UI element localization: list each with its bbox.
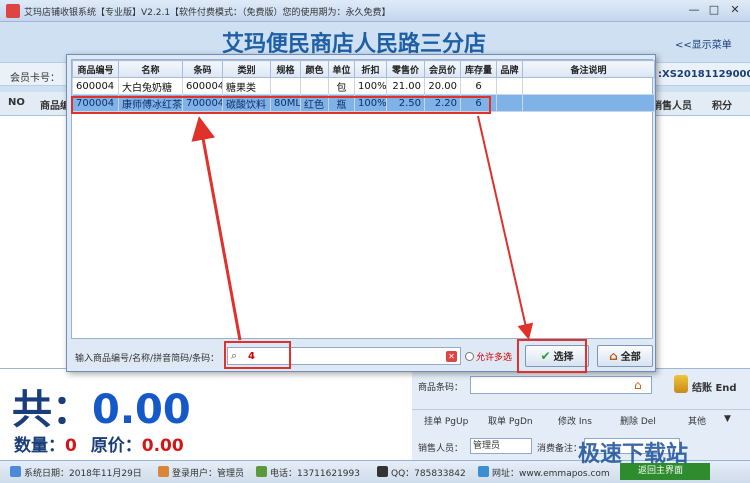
qq-icon [377, 466, 388, 477]
th-retail[interactable]: 零售价 [386, 60, 425, 78]
salesman-label: 销售人员： [418, 444, 464, 454]
window-title: 艾玛店铺收银系统【专业版】V2.2.1【软件付费模式：（免费版）您的使用期为：永… [24, 8, 391, 18]
th-name[interactable]: 名称 [118, 60, 183, 78]
cell-discount: 100% [354, 77, 387, 95]
cell-unit: 包 [328, 77, 355, 95]
show-menu-link[interactable]: <<显示菜单 [675, 36, 732, 51]
price-value: 0.00 [141, 436, 184, 456]
th-spec[interactable]: 规格 [270, 60, 301, 78]
system-date: 系统日期：2018年11月29日 [24, 469, 142, 479]
clear-icon[interactable]: ✕ [446, 351, 457, 362]
qty-label: 数量： [14, 436, 65, 456]
close-button[interactable]: ✕ [724, 2, 746, 18]
th-category[interactable]: 类别 [222, 60, 271, 78]
search-hint: 输入商品编号/名称/拼音简码/条码： [75, 354, 220, 364]
app-icon [6, 4, 20, 18]
cell-brand [496, 77, 523, 95]
cell-category: 糖果类 [222, 77, 271, 95]
th-member-price[interactable]: 会员价 [424, 60, 461, 78]
remark-label: 消费备注： [537, 444, 583, 454]
qty-value: 0 [65, 436, 77, 456]
col-points: 积分 [712, 101, 732, 112]
checkbox-icon [465, 352, 474, 361]
th-color[interactable]: 颜色 [300, 60, 329, 78]
divider [412, 409, 750, 410]
col-no: NO [8, 97, 25, 108]
salesman-select[interactable]: 管理员 [470, 438, 532, 454]
user-icon [158, 466, 169, 477]
th-brand[interactable]: 品牌 [496, 60, 523, 78]
delete-button[interactable]: 删除 Del [620, 414, 656, 427]
minimize-button[interactable]: — [684, 2, 704, 18]
quantity-line: 数量：0 原价：0.00 [14, 431, 184, 456]
title-bar: 艾玛店铺收银系统【专业版】V2.2.1【软件付费模式：（免费版）您的使用期为：永… [0, 0, 750, 22]
cell-retail: 21.00 [386, 77, 425, 95]
th-remark[interactable]: 备注说明 [522, 60, 655, 78]
highlight-search-box [224, 341, 291, 369]
house-icon: ⌂ [609, 349, 618, 363]
th-discount[interactable]: 折扣 [354, 60, 387, 78]
cell-stock: 6 [460, 77, 497, 95]
cell-remark [522, 77, 655, 95]
barcode-label: 商品条码： [418, 383, 464, 393]
total-amount: 0.00 [92, 387, 191, 433]
globe-icon [478, 466, 489, 477]
checkout-button[interactable]: 结账 End [692, 379, 737, 394]
table-row[interactable]: 600004 大白兔奶糖 600004 糖果类 包 100% 21.00 20.… [72, 77, 655, 95]
cell-spec [270, 77, 301, 95]
col-salesman: 销售人员 [652, 101, 692, 112]
other-dropdown-icon[interactable]: ▼ [724, 414, 731, 424]
all-button[interactable]: ⌂ 全部 [597, 345, 653, 367]
total-amount-line: 共：0.00 [12, 377, 191, 435]
cell-member-price: 20.00 [424, 77, 461, 95]
allow-multi-select-checkbox[interactable]: 允许多选 [465, 350, 512, 363]
hang-order-button[interactable]: 挂单 PgUp [424, 414, 468, 427]
phone-icon [256, 466, 267, 477]
th-barcode[interactable]: 条码 [182, 60, 223, 78]
retrieve-order-button[interactable]: 取单 PgDn [488, 414, 533, 427]
cell-code: 600004 [72, 77, 119, 95]
qq: QQ：785833842 [391, 469, 466, 479]
allow-multi-select-label: 允许多选 [476, 353, 513, 363]
table-header-row: 商品编号 名称 条码 类别 规格 颜色 单位 折扣 零售价 会员价 库存量 品牌… [72, 60, 655, 78]
calendar-icon [10, 466, 21, 477]
highlight-select-button [517, 339, 587, 373]
member-card-label: 会员卡号： [10, 73, 60, 84]
th-code[interactable]: 商品编号 [72, 60, 119, 78]
other-button[interactable]: 其他 [688, 414, 706, 427]
th-unit[interactable]: 单位 [328, 60, 355, 78]
login-user: 登录用户：管理员 [172, 469, 245, 479]
cell-name: 大白兔奶糖 [118, 77, 183, 95]
totals-panel: 共：0.00 数量：0 原价：0.00 [0, 368, 412, 460]
total-label: 共： [12, 387, 92, 433]
cell-brand [496, 94, 523, 112]
cell-remark [522, 94, 655, 112]
all-button-label: 全部 [620, 352, 641, 363]
cell-barcode: 600004 [182, 77, 223, 95]
cell-color [300, 77, 329, 95]
maximize-button[interactable]: □ [704, 2, 724, 18]
th-stock[interactable]: 库存量 [460, 60, 497, 78]
price-label: 原价： [90, 436, 142, 456]
coins-icon [674, 375, 688, 393]
highlight-selected-row [71, 96, 491, 114]
modify-button[interactable]: 修改 Ins [558, 414, 592, 427]
barcode-input[interactable] [470, 376, 652, 394]
home-icon[interactable]: ⌂ [634, 378, 642, 392]
phone: 电话：13711621993 [270, 469, 360, 479]
order-number: :XS201811290001 [658, 69, 750, 80]
watermark: 极速下载站 [578, 442, 689, 467]
